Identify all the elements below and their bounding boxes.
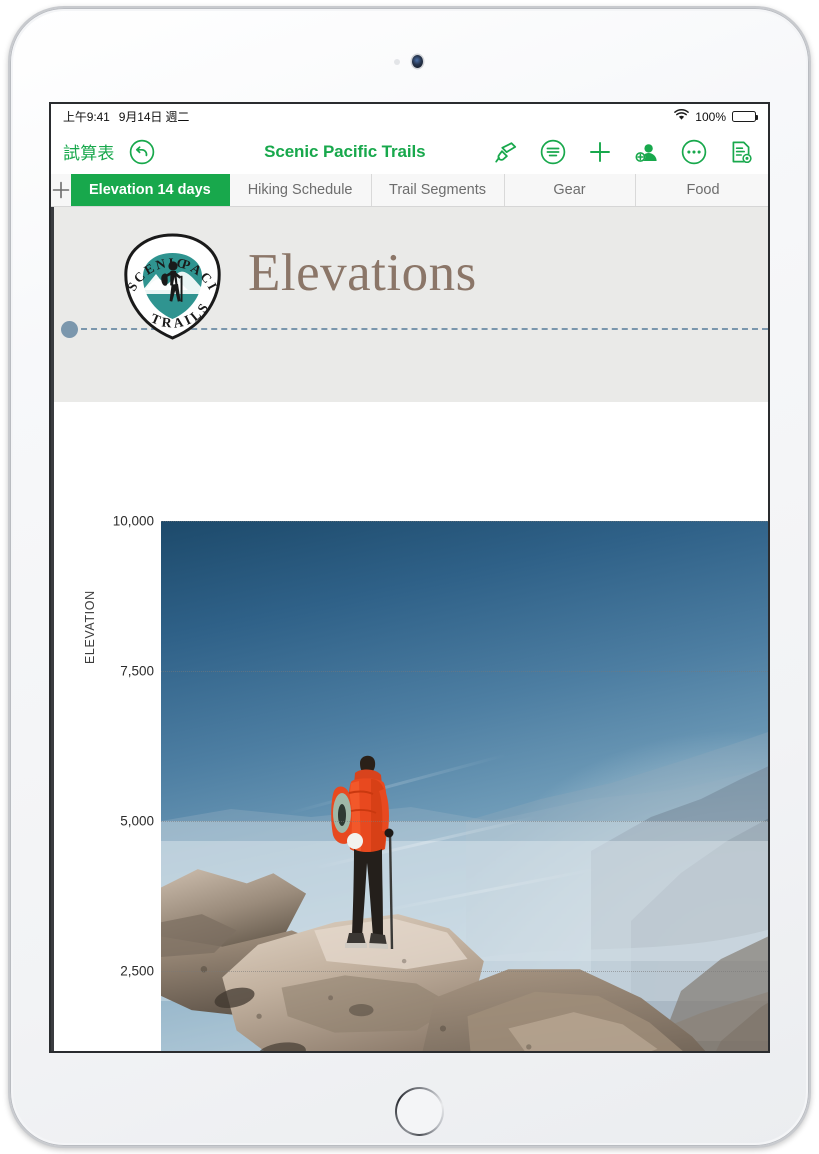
- sheet-tab-trail-segments[interactable]: Trail Segments: [371, 174, 505, 206]
- status-bar: 上午9:41 9月14日 週二 100%: [51, 104, 768, 129]
- toolbar-right-group: [493, 139, 768, 165]
- wifi-icon: [674, 109, 690, 124]
- status-date: 9月14日 週二: [118, 110, 190, 124]
- back-to-spreadsheets-button[interactable]: 試算表: [63, 139, 115, 164]
- insert-plus-icon[interactable]: [587, 139, 613, 165]
- y-tick-label: 5,000: [120, 813, 154, 829]
- app-toolbar: 試算表 Scenic Pacific Trails: [51, 129, 768, 174]
- document-tools-icon[interactable]: [728, 139, 754, 165]
- sheet-header-band: SCENIC PACIFIC TRAILS Elevations: [51, 207, 768, 402]
- status-bar-left: 上午9:41 9月14日 週二: [63, 108, 189, 125]
- add-collaborator-icon[interactable]: [634, 139, 660, 165]
- y-tick-label: 2,500: [120, 963, 154, 979]
- y-axis-tick-labels: 10,000 7,500 5,000 2,500: [54, 402, 154, 1051]
- sheet-tab-gear[interactable]: Gear: [504, 174, 636, 206]
- sheet-tab-label: Hiking Schedule: [247, 182, 353, 198]
- ambient-light-sensor-icon: [394, 59, 400, 65]
- format-panel-icon[interactable]: [540, 139, 566, 165]
- battery-percentage: 100%: [695, 109, 726, 124]
- sheet-tab-label: Gear: [553, 182, 586, 198]
- chart-plot-area[interactable]: [161, 521, 768, 1051]
- gridline-2500: [161, 971, 768, 972]
- home-button[interactable]: [395, 1087, 444, 1136]
- gridline-10000: [161, 521, 768, 522]
- selection-handle-icon[interactable]: [61, 321, 78, 338]
- more-ellipsis-icon[interactable]: [681, 139, 707, 165]
- status-bar-right: 100%: [674, 109, 759, 124]
- sheet-tab-bar: Elevation 14 days Hiking Schedule Trail …: [51, 174, 768, 207]
- toolbar-left-group: 試算表: [51, 139, 155, 165]
- ipad-screen: 上午9:41 9月14日 週二 100% 試算表 Scenic Pacific …: [51, 104, 768, 1051]
- scenic-pacific-trails-badge-icon: SCENIC PACIFIC TRAILS: [110, 218, 229, 343]
- status-time: 上午9:41: [63, 110, 110, 124]
- sheet-tab-label: Food: [686, 182, 720, 198]
- battery-full-icon: [732, 111, 759, 122]
- page-title[interactable]: Elevations: [248, 247, 477, 300]
- sheet-tab-hiking-schedule[interactable]: Hiking Schedule: [229, 174, 372, 206]
- elevation-chart: ELEVATION 10,000 7,500 5,000 2,500: [51, 402, 768, 1051]
- y-tick-label: 10,000: [112, 513, 154, 529]
- document-title[interactable]: Scenic Pacific Trails: [155, 142, 493, 162]
- y-tick-label: 7,500: [120, 663, 154, 679]
- sheet-tab-elevation-14-days[interactable]: Elevation 14 days: [71, 174, 230, 206]
- add-sheet-icon[interactable]: [51, 174, 71, 206]
- gridline-5000: [161, 821, 768, 822]
- sheet-tab-food[interactable]: Food: [635, 174, 768, 206]
- front-camera-icon: [412, 55, 423, 68]
- sheet-tab-label: Trail Segments: [389, 182, 486, 198]
- undo-icon[interactable]: [129, 139, 155, 165]
- format-paintbrush-icon[interactable]: [493, 139, 519, 165]
- sheet-tab-label: Elevation 14 days: [89, 182, 211, 198]
- gridline-7500: [161, 671, 768, 672]
